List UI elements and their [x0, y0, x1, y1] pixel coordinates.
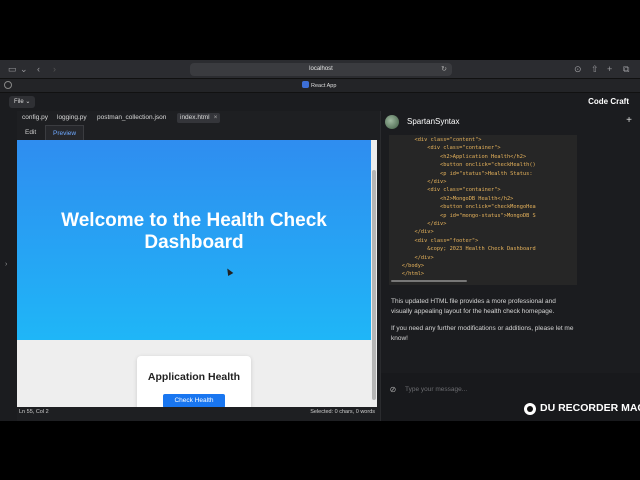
app-header: File ⌄ Code Craft — [0, 93, 640, 111]
code-line: <button onclick="checkMongoHea — [389, 204, 536, 211]
new-chat-button[interactable]: + — [623, 115, 635, 127]
preview-frame: Welcome to the Health Check Dashboard Ap… — [17, 140, 371, 407]
code-line: </html> — [389, 271, 425, 278]
file-tabs: config.py logging.py postman_collection.… — [17, 111, 377, 125]
close-icon[interactable]: × — [214, 114, 218, 121]
file-menu-label: File — [14, 99, 24, 105]
code-line: </div> — [389, 221, 447, 227]
file-tab-index-label: index.html — [180, 114, 210, 121]
message-input[interactable] — [405, 382, 523, 396]
chat-message-text: If you need any further modifications or… — [391, 325, 574, 342]
download-icon[interactable]: ⊙ — [574, 63, 582, 75]
tab-preview[interactable]: Preview — [45, 125, 85, 140]
browser-tab[interactable]: React App — [302, 81, 336, 91]
recorder-logo-icon — [524, 403, 536, 415]
code-line: &copy; 2023 Health Check Dashboard — [389, 246, 536, 253]
code-line: <h2>MongoDB Health</h2> — [389, 195, 514, 202]
scrollbar-thumb[interactable] — [372, 170, 376, 400]
check-health-button[interactable]: Check Health — [163, 394, 225, 407]
code-line: </div> — [389, 254, 434, 261]
chevron-right-icon[interactable]: › — [5, 261, 7, 268]
code-block: <div class="content"> <div class="contai… — [389, 135, 577, 285]
card-title: Application Health — [147, 371, 241, 383]
forward-icon[interactable]: › — [53, 63, 56, 75]
chat-user-name: SpartanSyntax — [407, 117, 460, 126]
hero-title: Welcome to the Health Check Dashboard — [61, 210, 327, 253]
code-scrollbar[interactable] — [389, 279, 577, 283]
file-tab-postman[interactable]: postman_collection.json — [97, 113, 166, 123]
avatar — [385, 115, 399, 129]
back-icon[interactable]: ‹ — [37, 63, 40, 75]
share-icon[interactable]: ⇧ — [591, 63, 599, 75]
code-line: <div class="content"> — [389, 137, 482, 143]
recorder-watermark: DU RECORDER MAC — [524, 401, 640, 417]
new-tab-icon[interactable]: + — [607, 63, 612, 75]
cursor-position: Ln 55, Col 2 — [19, 409, 49, 415]
chat-header: SpartanSyntax + — [381, 111, 640, 133]
chevron-down-icon: ⌄ — [25, 99, 31, 105]
code-line: <h2>Application Health</h2> — [389, 153, 527, 160]
code-line: <p id="status">Health Status: — [389, 170, 533, 177]
editor-status-bar: Ln 55, Col 2 Selected: 0 chars, 0 words — [17, 407, 377, 418]
screen: ▭ ⌄ ‹ › localhost ↻ ⊙ ⇧ + ⧉ React App Fi… — [0, 60, 640, 421]
app-title: Code Craft — [588, 97, 629, 106]
health-card: Application Health Check Health — [137, 356, 251, 407]
code-line: <div class="container"> — [389, 187, 501, 194]
attach-icon[interactable]: ⊘ — [387, 384, 399, 396]
code-line: <div class="container"> — [389, 145, 501, 152]
browser-tab-bar: React App — [0, 79, 640, 93]
browser-tab-label: React App — [311, 83, 337, 89]
file-menu-button[interactable]: File ⌄ — [9, 96, 36, 108]
address-bar[interactable]: localhost ↻ — [190, 63, 452, 76]
code-line: <div class="footer"> — [389, 237, 479, 244]
chat-panel: SpartanSyntax + <div class="content"> <d… — [380, 111, 640, 421]
left-gutter: › — [0, 111, 17, 421]
view-tabs: Edit Preview — [17, 125, 377, 140]
sidebar-icon[interactable]: ▭ — [8, 63, 17, 75]
url-text: localhost — [309, 66, 333, 72]
code-line: <button onclick="checkHealth() — [389, 162, 536, 169]
file-tab-logging[interactable]: logging.py — [57, 113, 87, 123]
code-line: </body> — [389, 263, 425, 269]
preview-scrollbar[interactable] — [371, 140, 377, 407]
content-section: Application Health Check Health — [17, 340, 371, 407]
hero-section: Welcome to the Health Check Dashboard — [17, 140, 371, 340]
selection-info: Selected: 0 chars, 0 words — [310, 409, 375, 415]
file-tab-index[interactable]: index.html × — [177, 113, 221, 123]
code-line: <p id="mongo-status">MongoDB S — [389, 212, 536, 219]
code-line: </div> — [389, 179, 447, 185]
browser-toolbar: ▭ ⌄ ‹ › localhost ↻ ⊙ ⇧ + ⧉ — [0, 60, 640, 79]
reload-icon[interactable]: ↻ — [441, 63, 447, 76]
tabs-overview-icon[interactable]: ⧉ — [623, 63, 629, 75]
chevron-down-icon[interactable]: ⌄ — [20, 63, 28, 75]
watermark-text: DU RECORDER MAC — [540, 402, 640, 414]
file-tab-config[interactable]: config.py — [22, 113, 48, 123]
code-line: </div> — [389, 229, 434, 236]
mouse-cursor-icon — [224, 266, 234, 277]
chat-message-text: This updated HTML file provides a more p… — [391, 298, 556, 315]
tab-group-icon[interactable] — [4, 81, 12, 89]
react-favicon-icon — [302, 81, 309, 88]
scrollbar-thumb[interactable] — [391, 280, 467, 282]
tab-edit[interactable]: Edit — [18, 125, 43, 140]
